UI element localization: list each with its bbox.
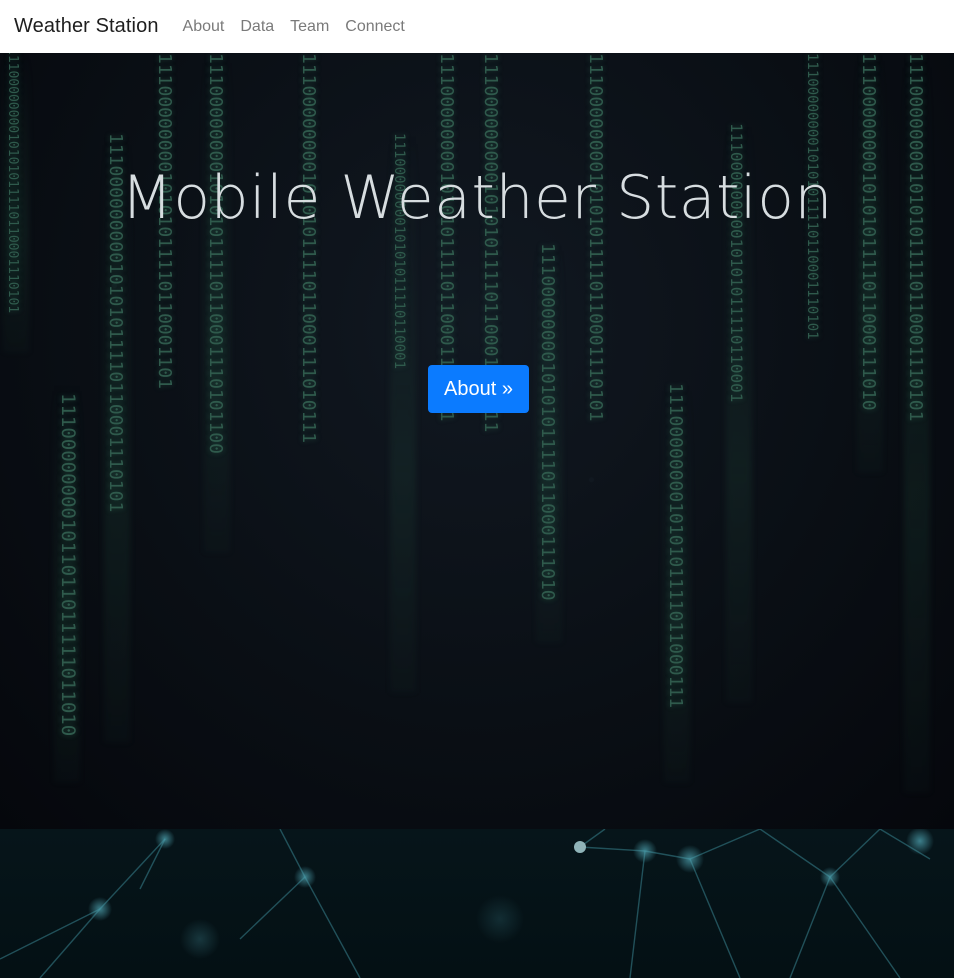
hero-title: Mobile Weather Station — [121, 163, 833, 233]
nav-link-connect[interactable]: Connect — [337, 18, 413, 36]
navbar: Weather Station About Data Team Connect — [0, 0, 954, 53]
navbar-brand[interactable]: Weather Station — [14, 15, 159, 38]
network-graphic — [0, 829, 934, 978]
hero-section: 1110000000010101011110110001110101 11100… — [0, 53, 954, 829]
nav-link-team[interactable]: Team — [282, 18, 337, 36]
nav-link-about[interactable]: About — [183, 18, 233, 36]
about-button[interactable]: About » — [428, 365, 529, 413]
nav-links: About Data Team Connect — [183, 18, 413, 36]
nav-link-data[interactable]: Data — [232, 18, 282, 36]
network-section — [0, 829, 954, 978]
